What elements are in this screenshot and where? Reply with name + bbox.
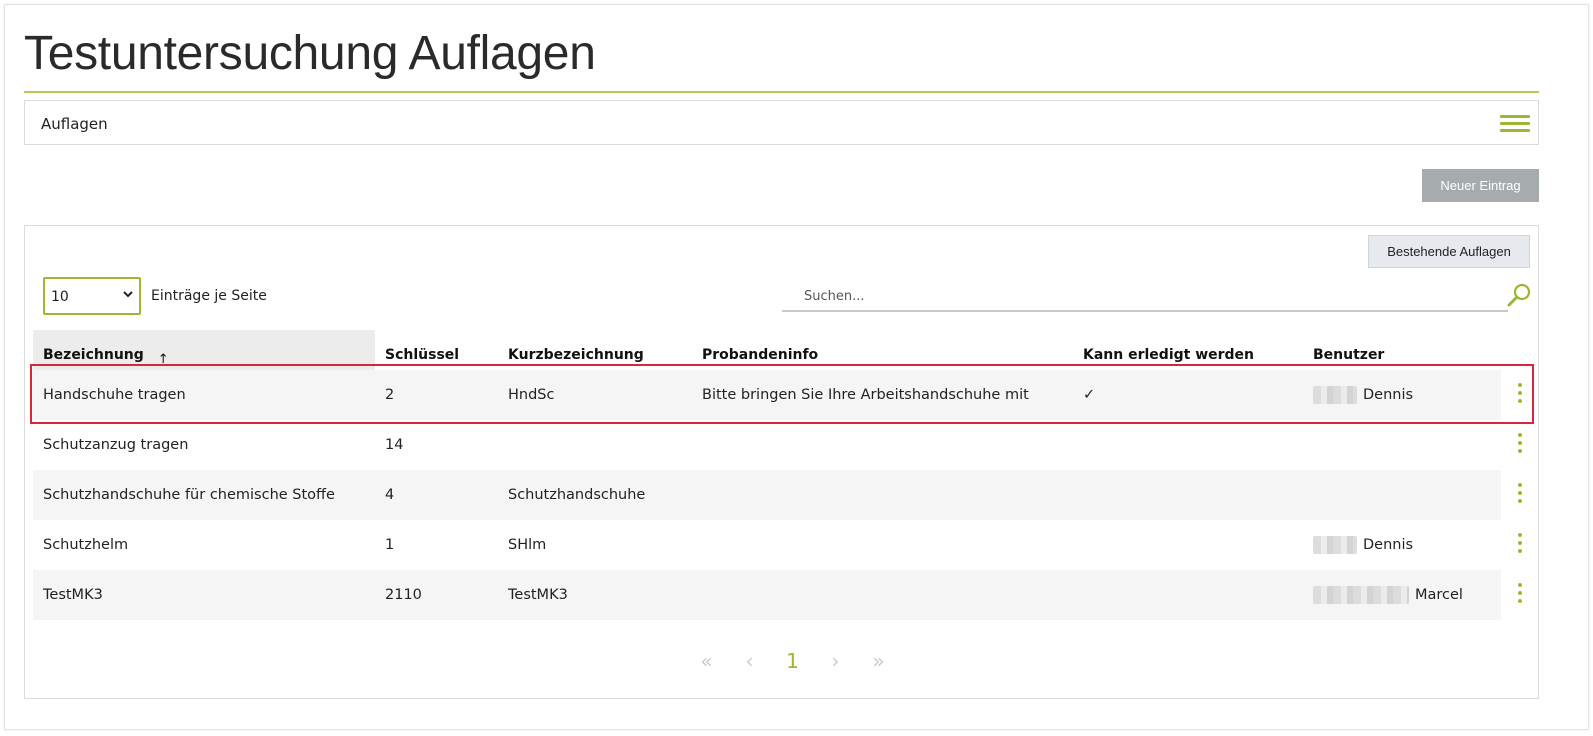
page-size-select[interactable]: 10 bbox=[43, 277, 141, 315]
cell-kann-erledigt bbox=[1073, 420, 1303, 470]
title-divider bbox=[24, 91, 1539, 93]
sort-ascending-icon: ↑ bbox=[157, 352, 169, 367]
cell-benutzer: Dennis bbox=[1303, 370, 1501, 420]
column-header-bezeichnung[interactable]: Bezeichnung ↑ bbox=[33, 330, 375, 370]
cell-schluessel: 2 bbox=[375, 370, 498, 420]
pagination: « ‹ 1 › » bbox=[685, 646, 900, 676]
cell-benutzer: Dennis bbox=[1303, 520, 1501, 570]
cell-bezeichnung: Schutzanzug tragen bbox=[43, 437, 189, 453]
hamburger-icon[interactable] bbox=[1500, 115, 1530, 133]
cell-probandeninfo: Bitte bringen Sie Ihre Arbeitshandschuhe… bbox=[692, 370, 1073, 420]
column-header-kann-erledigt[interactable]: Kann erledigt werden bbox=[1073, 330, 1303, 370]
cell-schluessel: 2110 bbox=[375, 570, 498, 620]
cell-kann-erledigt: ✓ bbox=[1073, 370, 1303, 420]
search-input[interactable] bbox=[782, 282, 1508, 312]
chevron-down-icon bbox=[123, 291, 133, 298]
cell-bezeichnung: TestMK3 bbox=[33, 570, 375, 620]
section-header: Auflagen bbox=[24, 100, 1539, 145]
cell-bezeichnung: Schutzhelm bbox=[43, 537, 129, 553]
row-menu-icon[interactable] bbox=[1516, 483, 1524, 507]
redacted-name bbox=[1313, 586, 1409, 604]
cell-schluessel: 1 bbox=[385, 537, 395, 553]
cell-bezeichnung: Schutzhandschuhe für chemische Stoffe bbox=[33, 470, 375, 520]
first-page-icon[interactable]: « bbox=[685, 646, 728, 676]
cell-schluessel: 14 bbox=[385, 437, 404, 453]
last-page-icon[interactable]: » bbox=[857, 646, 900, 676]
cell-probandeninfo bbox=[692, 470, 1073, 520]
row-menu-icon[interactable] bbox=[1516, 583, 1524, 607]
cell-benutzer bbox=[1303, 420, 1501, 470]
table-row[interactable]: Schutzanzug tragen 14 bbox=[33, 420, 1501, 470]
next-page-icon[interactable]: › bbox=[814, 646, 857, 676]
cell-kurzbezeichnung bbox=[498, 420, 692, 470]
column-header-kurzbezeichnung[interactable]: Kurzbezeichnung bbox=[498, 330, 692, 370]
table-row[interactable]: Handschuhe tragen 2 HndSc Bitte bringen … bbox=[33, 370, 1501, 420]
row-menu-icon[interactable] bbox=[1516, 383, 1524, 407]
section-label: Auflagen bbox=[41, 115, 108, 133]
table-row[interactable]: Schutzhandschuhe für chemische Stoffe 4 … bbox=[33, 470, 1501, 520]
table-row[interactable]: Schutzhelm 1 SHlm Dennis bbox=[33, 520, 1501, 570]
cell-kurzbezeichnung: HndSc bbox=[498, 370, 692, 420]
table-header-row: Bezeichnung ↑ Schlüssel Kurzbezeichnung P… bbox=[33, 330, 1501, 370]
column-header-schluessel[interactable]: Schlüssel bbox=[375, 330, 498, 370]
cell-kann-erledigt bbox=[1073, 570, 1303, 620]
cell-schluessel: 4 bbox=[375, 470, 498, 520]
page-number-current[interactable]: 1 bbox=[771, 646, 814, 676]
cell-probandeninfo bbox=[692, 420, 1073, 470]
cell-kann-erledigt bbox=[1073, 520, 1303, 570]
new-entry-button[interactable]: Neuer Eintrag bbox=[1422, 169, 1539, 202]
page-size-label: Einträge je Seite bbox=[151, 288, 267, 304]
auflagen-panel: Bestehende Auflagen 10 Einträge je Seite… bbox=[24, 225, 1539, 699]
cell-kann-erledigt bbox=[1073, 470, 1303, 520]
redacted-name bbox=[1313, 386, 1357, 404]
cell-probandeninfo bbox=[692, 520, 1073, 570]
column-header-probandeninfo[interactable]: Probandeninfo bbox=[692, 330, 1073, 370]
redacted-name bbox=[1313, 536, 1357, 554]
table-row[interactable]: TestMK3 2110 TestMK3 Marcel bbox=[33, 570, 1501, 620]
page-size-value: 10 bbox=[51, 289, 69, 305]
existing-auflagen-button[interactable]: Bestehende Auflagen bbox=[1368, 235, 1530, 268]
column-header-benutzer[interactable]: Benutzer bbox=[1303, 330, 1501, 370]
row-menu-icon[interactable] bbox=[1516, 533, 1524, 557]
cell-benutzer bbox=[1303, 470, 1501, 520]
auflagen-table: Bezeichnung ↑ Schlüssel Kurzbezeichnung P… bbox=[33, 330, 1501, 620]
cell-kurzbezeichnung: TestMK3 bbox=[498, 570, 692, 620]
cell-kurzbezeichnung: Schutzhandschuhe bbox=[498, 470, 692, 520]
page-title: Testuntersuchung Auflagen bbox=[24, 27, 596, 80]
prev-page-icon[interactable]: ‹ bbox=[728, 646, 771, 676]
row-menu-icon[interactable] bbox=[1516, 433, 1524, 457]
cell-probandeninfo bbox=[692, 570, 1073, 620]
search-icon[interactable] bbox=[1506, 282, 1532, 308]
cell-kurzbezeichnung: SHlm bbox=[508, 537, 547, 553]
cell-benutzer: Marcel bbox=[1303, 570, 1501, 620]
cell-bezeichnung: Handschuhe tragen bbox=[33, 370, 375, 420]
